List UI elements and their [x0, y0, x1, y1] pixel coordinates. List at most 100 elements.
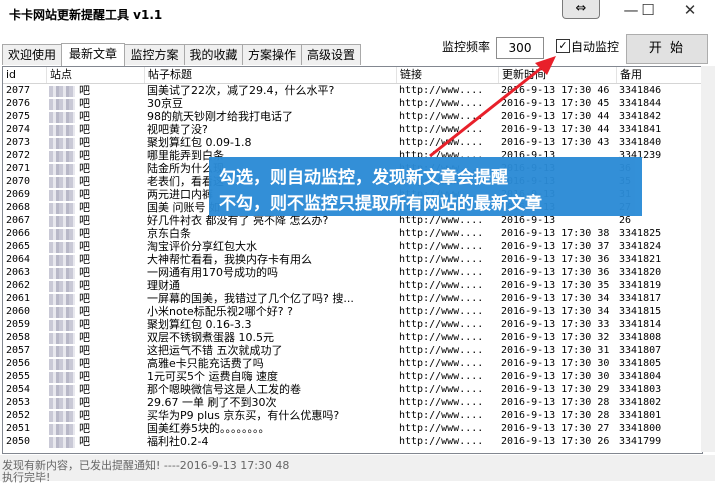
cell-site: 吧 [49, 227, 143, 240]
column-header-id[interactable]: id [3, 67, 47, 83]
blurred-site-name [49, 111, 75, 123]
cell-note: 3341840 [619, 137, 662, 148]
blurred-site-name [49, 124, 75, 136]
cell-id: 2065 [6, 241, 31, 252]
cell-title: 一屏幕的国美，我错过了几个亿了吗? 搜... [147, 292, 354, 305]
cell-id: 2051 [6, 423, 31, 434]
table-row[interactable]: 2074 吧视吧黄了没? http://www.... 2016-9-13 17:30… [3, 123, 702, 136]
cell-time: 2016-9-13 17:30 34 [501, 306, 610, 317]
cell-time: 2016-9-13 17:30 32 [501, 332, 610, 343]
column-header-note[interactable]: 备用 [617, 67, 702, 83]
cell-title: 京东白条 [147, 227, 191, 240]
table-row[interactable]: 2060 吧小米note标配乐视2哪个好? ? http://www.... 2016… [3, 305, 702, 318]
auto-monitor-label[interactable]: 自动监控 [571, 38, 619, 55]
cell-site: 吧 [49, 201, 143, 214]
table-row[interactable]: 2075 吧 98的航天钞刚才给我打电话了 http://www.... 2016-9-… [3, 110, 702, 123]
table-row[interactable]: 2077 吧国美试了22次，减了29.4，什么水平? http://www.... 2… [3, 84, 702, 97]
blurred-site-name [49, 241, 75, 253]
table-row[interactable]: 2076 吧 30京豆 http://www.... 2016-9-13 17:30 4… [3, 97, 702, 110]
table-row[interactable]: 2059 吧聚划算红包 0.16-3.3 http://www.... 2016-9-… [3, 318, 702, 331]
cell-id: 2056 [6, 358, 31, 369]
cell-time: 2016-9-13 17:30 37 [501, 241, 610, 252]
auto-monitor-checkbox[interactable]: ✓ [556, 39, 570, 53]
cell-link: http://www.... [399, 345, 484, 356]
cell-site: 吧 [49, 149, 143, 162]
cell-site: 吧 [49, 318, 143, 331]
cell-time: 2016-9-13 17:30 28 [501, 397, 610, 408]
tab-advanced-settings[interactable]: 高级设置 [301, 44, 361, 65]
cell-site: 吧 [49, 370, 143, 383]
cell-id: 2075 [6, 111, 31, 122]
cell-note: 3341846 [619, 85, 662, 96]
table-row[interactable]: 2066 吧京东白条 http://www.... 2016-9-13 17:30 3… [3, 227, 702, 240]
annotation-line-1: 勾选，则自动监控，发现新文章会提醒 [219, 168, 508, 188]
table-row[interactable]: 2053 吧 29.67 一单 刷了不到30次 http://www.... 2016-… [3, 396, 702, 409]
tab-favorites[interactable]: 我的收藏 [184, 44, 243, 65]
cell-link: http://www.... [399, 371, 484, 382]
cell-note: 3341807 [619, 345, 662, 356]
annotation-line-2: 不勾，则不监控只提取所有网站的最新文章 [219, 194, 542, 214]
cell-note: 3341844 [619, 98, 662, 109]
cell-note: 3341821 [619, 254, 662, 265]
cell-site: 吧 [49, 214, 143, 227]
table-row[interactable]: 2051 吧国美红券5块的。。。。。。。。 http://www.... 2016-9… [3, 422, 702, 435]
blurred-site-name [49, 410, 75, 422]
cell-time: 2016-9-13 17:30 36 [501, 254, 610, 265]
blurred-site-name [49, 345, 75, 357]
table-row[interactable]: 2065 吧淘宝评价分享红包大水 http://www.... 2016-9-13 1… [3, 240, 702, 253]
cell-time: 2016-9-13 17:30 30 [501, 358, 610, 369]
column-header-site[interactable]: 站点 [47, 67, 145, 83]
cell-id: 2055 [6, 371, 31, 382]
cell-id: 2067 [6, 215, 31, 226]
table-row[interactable]: 2062 吧理财通 http://www.... 2016-9-13 17:30 35… [3, 279, 702, 292]
table-row[interactable]: 2073 吧聚划算红包 0.09-1.8 http://www.... 2016-9-… [3, 136, 702, 149]
tab-latest-articles[interactable]: 最新文章 [61, 43, 125, 66]
table-row[interactable]: 2054 吧那个嗯映微信号这是人工发的卷 http://www.... 2016-9-… [3, 383, 702, 396]
cell-title: 98的航天钞刚才给我打电话了 [147, 110, 293, 123]
cell-title: 理财通 [147, 279, 180, 292]
monitor-frequency-input[interactable]: 300 [496, 37, 544, 59]
table-row[interactable]: 2058 吧双层不锈钢煮蛋器 10.5元 http://www.... 2016-9-… [3, 331, 702, 344]
cell-link: http://www.... [399, 423, 484, 434]
cell-site: 吧 [49, 435, 143, 448]
column-header-link[interactable]: 链接 [397, 67, 499, 83]
start-button[interactable]: 开 始 [626, 34, 708, 64]
status-area: 发现有新内容，已发出提醒通知! ----2016-9-13 17:30 48 执… [0, 455, 715, 484]
table-row[interactable]: 2055 吧 1元可买5个 运费自嗨 速度 http://www.... 2016-9-… [3, 370, 702, 383]
tab-welcome[interactable]: 欢迎使用 [2, 44, 62, 65]
blurred-site-name [49, 85, 75, 97]
restore-icon[interactable]: ⇔ [562, 0, 600, 19]
cell-id: 2068 [6, 202, 31, 213]
close-button[interactable]: ✕ [670, 0, 710, 22]
table-row[interactable]: 2050 吧福利社0.2-4 http://www.... 2016-9-13 17:… [3, 435, 702, 448]
column-header-title[interactable]: 帖子标题 [145, 67, 397, 83]
cell-time: 2016-9-13 17:30 29 [501, 384, 610, 395]
table-row[interactable]: 2057 吧这把运气不错 五次就成功了 http://www.... 2016-9-1… [3, 344, 702, 357]
column-header-update-time[interactable]: 更新时间 [499, 67, 617, 83]
blurred-site-name [49, 189, 75, 201]
articles-table[interactable]: id 站点 帖子标题 链接 更新时间 备用 2077 吧 国美试了22次，减了29.… [2, 66, 703, 454]
cell-time: 2016-9-13 17:30 31 [501, 345, 610, 356]
cell-note: 3341802 [619, 397, 662, 408]
table-row[interactable]: 2064 吧大神帮忙看看，我换内存卡有用么 http://www.... 2016-9… [3, 253, 702, 266]
table-row[interactable]: 2063 吧一网通有用170号成功的吗 http://www.... 2016-9-1… [3, 266, 702, 279]
cell-site: 吧 [49, 305, 143, 318]
cell-id: 2063 [6, 267, 31, 278]
cell-id: 2060 [6, 306, 31, 317]
cell-note: 3341814 [619, 319, 662, 330]
tab-monitor-plan[interactable]: 监控方案 [124, 44, 185, 65]
cell-note: 3341805 [619, 358, 662, 369]
cell-id: 2077 [6, 85, 31, 96]
table-row[interactable]: 2061 吧一屏幕的国美，我错过了几个亿了吗? 搜... http://www...… [3, 292, 702, 305]
cell-link: http://www.... [399, 267, 484, 278]
cell-link: http://www.... [399, 358, 484, 369]
table-row[interactable]: 2052 吧买华为P9 plus 京东买，有什么优惠吗? http://www...… [3, 409, 702, 422]
maximize-button[interactable]: ☐ [628, 0, 668, 22]
cell-link: http://www.... [399, 280, 484, 291]
cell-link: http://www.... [399, 293, 484, 304]
vertical-scrollbar[interactable] [701, 66, 715, 452]
table-row[interactable]: 2056 吧高雅e卡只能充话费了吗 http://www.... 2016-9-13 … [3, 357, 702, 370]
cell-link: http://www.... [399, 111, 484, 122]
cell-id: 2057 [6, 345, 31, 356]
tab-plan-operations[interactable]: 方案操作 [242, 44, 302, 65]
